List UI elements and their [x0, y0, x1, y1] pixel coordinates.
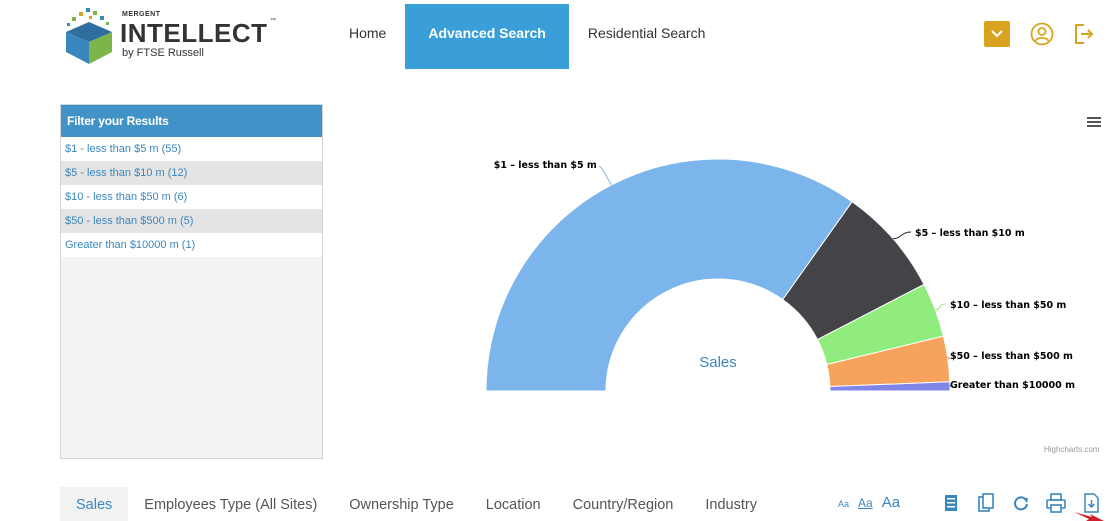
bookmark-icon[interactable]	[940, 491, 962, 515]
tab-sales[interactable]: Sales	[60, 487, 129, 521]
chart-canvas: $1 – less than $5 m $5 – less than $10 m $…	[485, 158, 1075, 392]
chart-center-label: Sales	[699, 354, 737, 371]
nav-residential-search[interactable]: Residential Search	[569, 4, 725, 69]
filter-item[interactable]: $1 - less than $5 m (55)	[61, 137, 322, 161]
font-size-large-button[interactable]: Aa	[882, 494, 900, 511]
logout-icon[interactable]	[1072, 22, 1096, 46]
pointer-arrow-icon	[1074, 512, 1104, 521]
tab-industry[interactable]: Industry	[689, 487, 773, 521]
font-size-controls: Aa Aa Aa	[838, 494, 909, 511]
font-size-small-button[interactable]: Aa	[838, 499, 849, 509]
filter-item[interactable]: $10 - less than $50 m (6)	[61, 185, 322, 209]
copy-icon[interactable]	[975, 491, 997, 515]
result-tabs: Sales Employees Type (All Sites) Ownersh…	[60, 487, 773, 521]
pie-slice[interactable]	[485, 158, 853, 392]
slice-label: Greater than $10000 m	[950, 380, 1075, 391]
tab-country-region[interactable]: Country/Region	[557, 487, 690, 521]
main-nav: Home Advanced Search Residential Search	[330, 4, 724, 69]
chart-credits[interactable]: Highcharts.com	[1044, 445, 1100, 454]
filter-item[interactable]: $50 - less than $500 m (5)	[61, 209, 322, 233]
font-size-medium-button[interactable]: Aa	[858, 496, 873, 510]
logo-byline: by FTSE Russell	[122, 47, 204, 59]
slice-connector	[598, 165, 612, 186]
slice-connector	[893, 231, 912, 240]
refresh-icon[interactable]	[1010, 491, 1032, 515]
filter-title: Filter your Results	[61, 105, 322, 137]
nav-home[interactable]: Home	[330, 4, 405, 69]
tab-location[interactable]: Location	[470, 487, 557, 521]
logo-small-text: MERGENT	[122, 11, 161, 18]
user-icon[interactable]	[1030, 22, 1054, 46]
sales-chart: $1 – less than $5 m $5 – less than $10 m $…	[330, 100, 1116, 460]
header-icons	[984, 21, 1096, 47]
logo[interactable]: MERGENT INTELLECT ™ by FTSE Russell	[60, 6, 280, 66]
mail-dropdown-icon[interactable]	[984, 21, 1010, 47]
filter-panel: Filter your Results $1 - less than $5 m …	[60, 104, 323, 459]
slice-connector	[935, 303, 947, 311]
filter-item[interactable]: Greater than $10000 m (1)	[61, 233, 322, 257]
logo-trademark: ™	[270, 18, 276, 24]
tab-ownership-type[interactable]: Ownership Type	[333, 487, 470, 521]
logo-title: INTELLECT	[120, 18, 268, 48]
slice-label: $10 – less than $50 m	[950, 300, 1066, 311]
slice-label: $50 – less than $500 m	[950, 351, 1073, 362]
tab-employees-type[interactable]: Employees Type (All Sites)	[128, 487, 333, 521]
slice-label: $5 – less than $10 m	[915, 228, 1025, 239]
nav-advanced-search[interactable]: Advanced Search	[405, 4, 569, 69]
slice-label: $1 – less than $5 m	[494, 160, 597, 171]
logo-mark-icon	[66, 8, 112, 64]
chart-menu-icon[interactable]	[1087, 116, 1101, 128]
print-icon[interactable]	[1045, 491, 1067, 515]
filter-item[interactable]: $5 - less than $10 m (12)	[61, 161, 322, 185]
